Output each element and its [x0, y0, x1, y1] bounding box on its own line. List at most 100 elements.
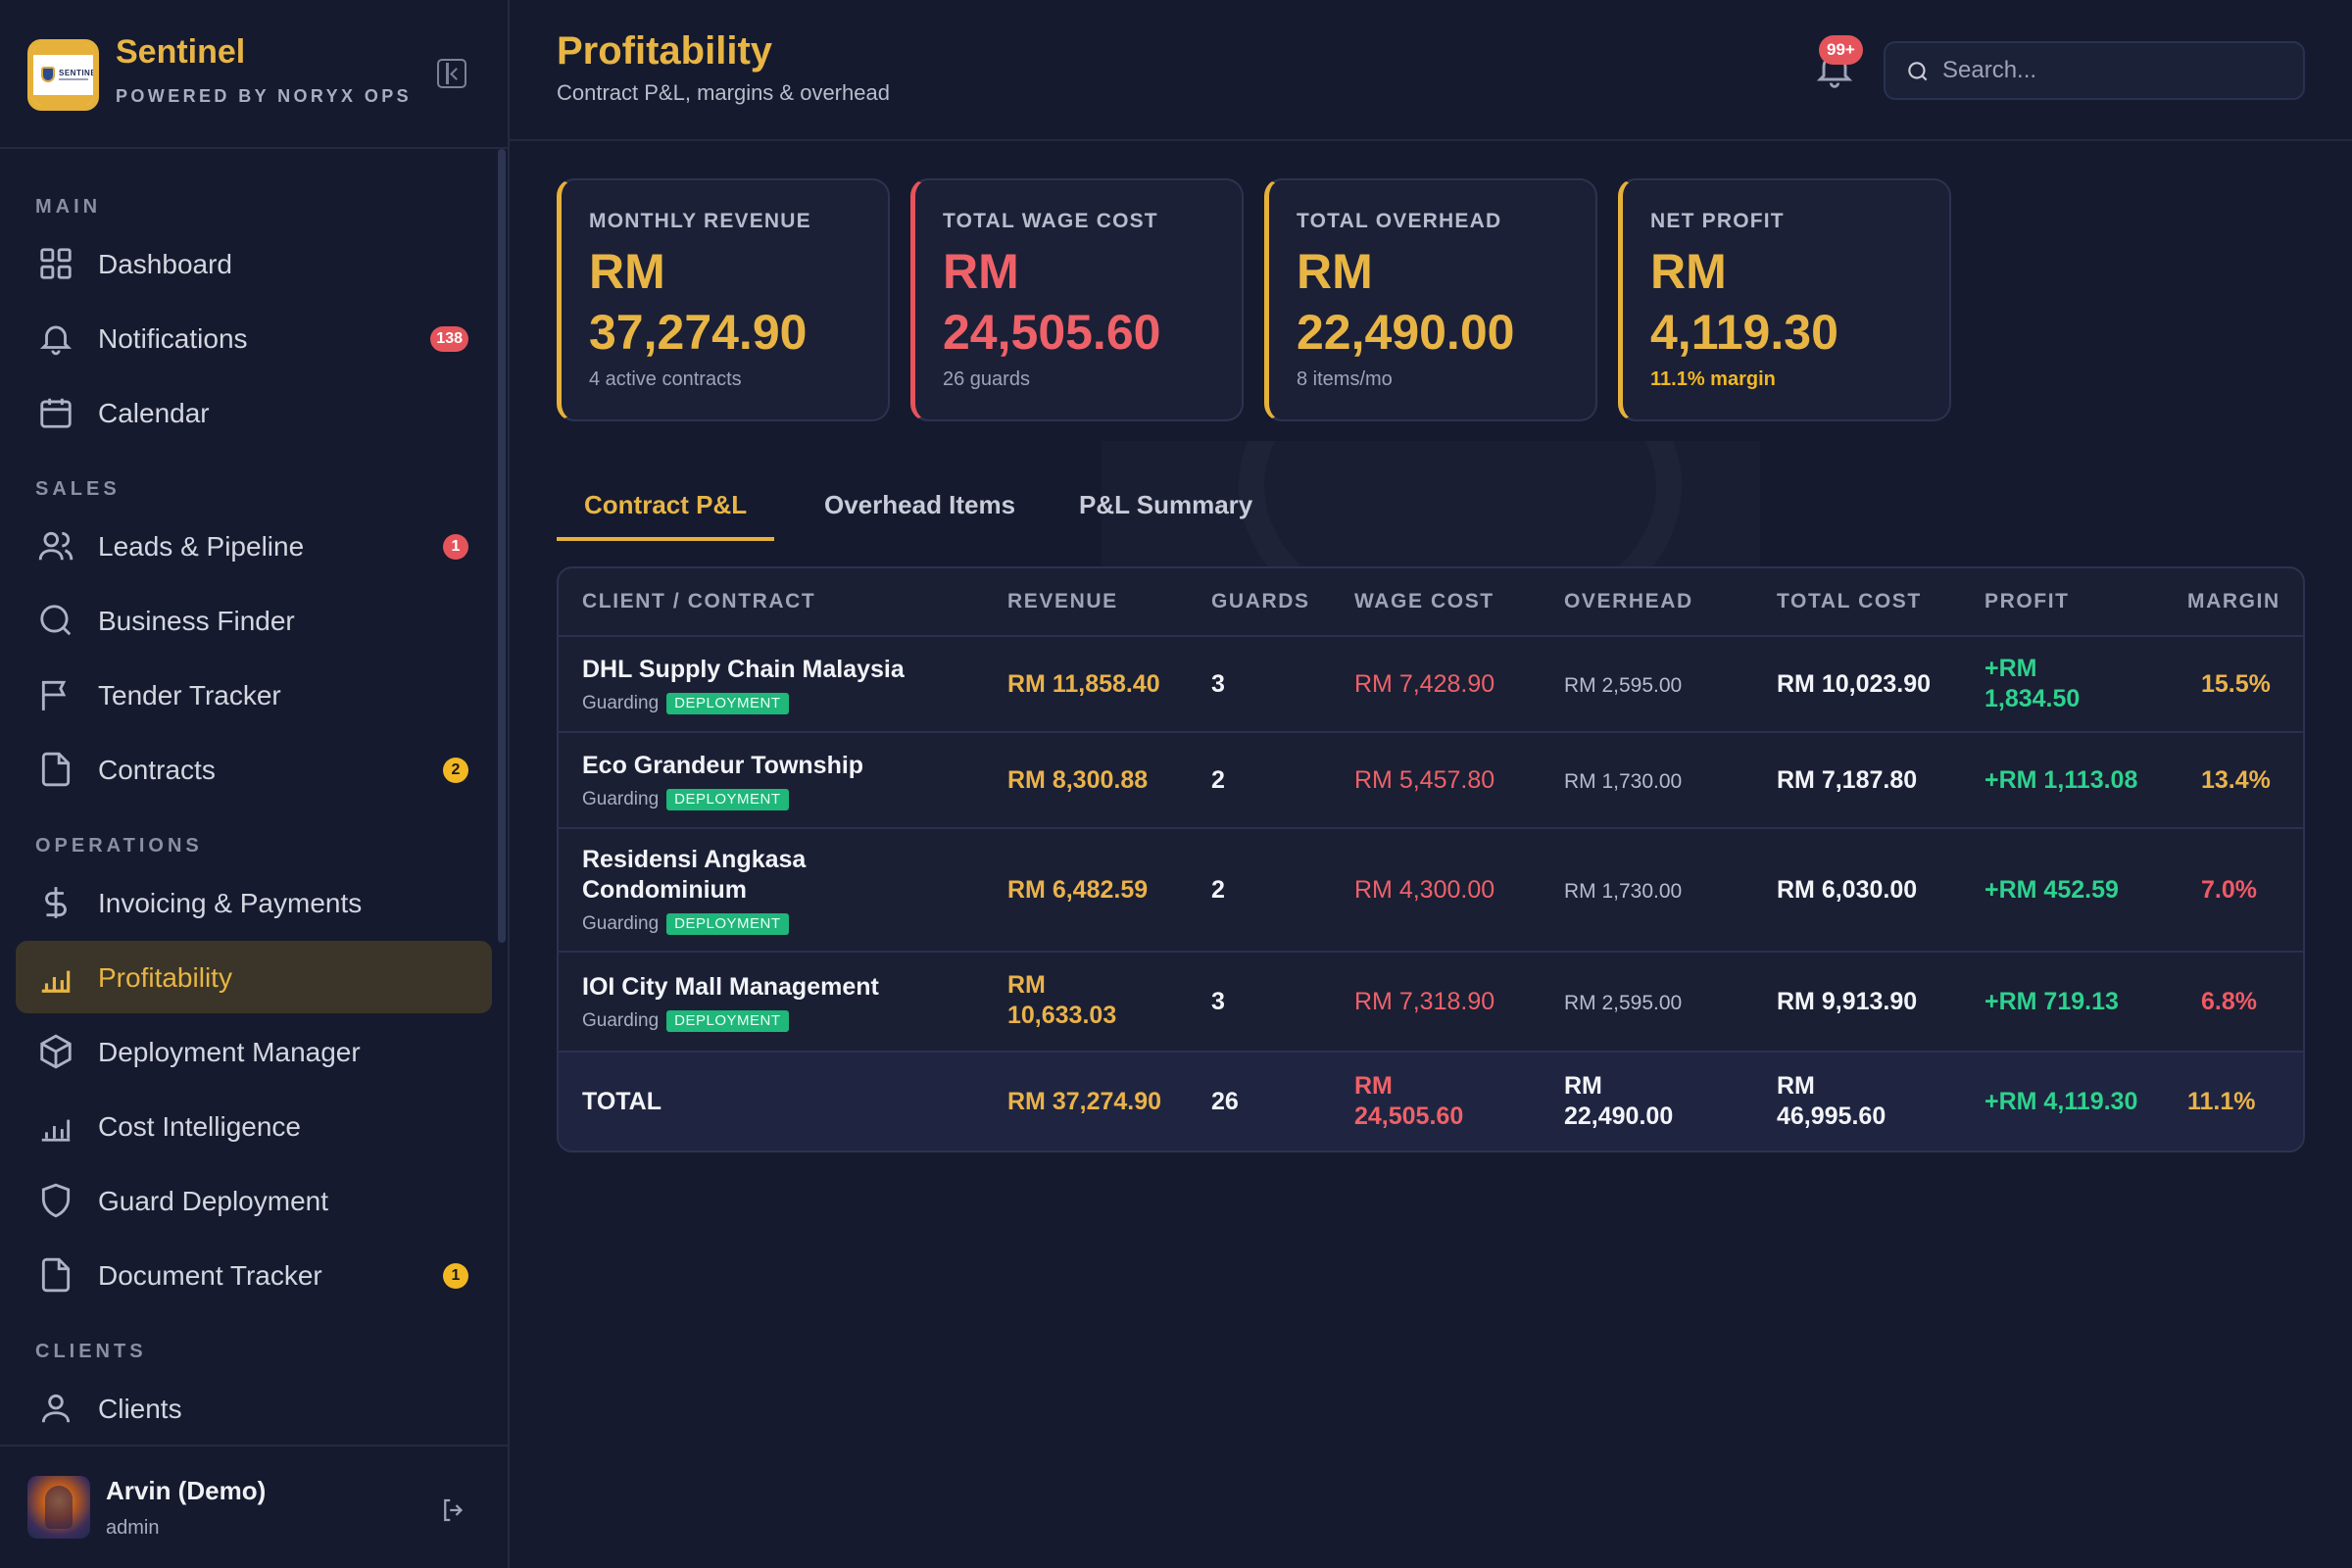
table-total-row: TOTAL RM 37,274.90 26 RM 24,505.60 RM 22,4…: [559, 1053, 2303, 1151]
sidebar-item-label: Contracts: [98, 755, 216, 785]
contract-type: Guarding DEPLOYMENT: [582, 908, 789, 939]
revenue-cell: RM 10,633.03: [1007, 971, 1117, 1029]
sidebar-item-dashboard[interactable]: Dashboard: [16, 227, 492, 300]
profit-cell: +RM 452.59: [1984, 876, 2119, 904]
overhead-cell: RM 2,595.00: [1564, 674, 1683, 697]
sidebar-nav: MAIN Dashboard Notifications 138 Calenda…: [0, 149, 508, 1445]
notification-count-badge: 99+: [1819, 35, 1863, 65]
contract-name[interactable]: IOI City Mall Management: [582, 972, 994, 1003]
column-header[interactable]: MARGIN: [2187, 590, 2280, 613]
deployment-badge: DEPLOYMENT: [666, 913, 789, 935]
table-row[interactable]: IOI City Mall Management Guarding DEPLOYM…: [559, 953, 2303, 1053]
kpi-value: RM 24,505.60: [943, 244, 1161, 360]
contract-name[interactable]: Eco Grandeur Township: [582, 751, 994, 781]
contract-name[interactable]: DHL Supply Chain Malaysia: [582, 655, 994, 685]
tab-overhead-items[interactable]: Overhead Items: [797, 470, 1043, 541]
sidebar-item-invoicing[interactable]: Invoicing & Payments: [16, 866, 492, 939]
column-header[interactable]: CLIENT / CONTRACT: [582, 590, 815, 613]
kpi-value: RM 37,274.90: [589, 244, 808, 360]
contracts-badge: 2: [443, 758, 468, 783]
bell-icon: [39, 325, 73, 356]
logout-icon[interactable]: [439, 1495, 468, 1525]
sidebar-item-label: Calendar: [98, 398, 210, 428]
main-content: Profitability Contract P&L, margins & ov…: [510, 0, 2352, 1568]
column-header[interactable]: OVERHEAD: [1564, 590, 1693, 613]
sidebar-item-label: Leads & Pipeline: [98, 531, 305, 562]
kpi-value: RM 4,119.30: [1650, 244, 1838, 360]
sidebar-item-document-tracker[interactable]: Document Tracker 1: [16, 1239, 492, 1311]
shield-icon: [41, 1183, 71, 1218]
column-header[interactable]: PROFIT: [1984, 590, 2070, 613]
kpi-value: RM 22,490.00: [1297, 244, 1515, 360]
dollar-icon: [45, 887, 67, 918]
revenue-cell: RM 11,858.40: [1007, 670, 1160, 698]
kpi-net-profit: NET PROFIT RM 4,119.30 11.1% margin: [1618, 178, 1951, 421]
contract-name[interactable]: Residensi Angkasa Condominium: [582, 845, 994, 906]
sidebar-item-label: Dashboard: [98, 249, 232, 279]
sidebar-item-tender-tracker[interactable]: Tender Tracker: [16, 659, 492, 731]
kpi-note: 4 active contracts: [589, 368, 742, 390]
margin-cell: 6.8%: [2201, 988, 2257, 1015]
sidebar-item-notifications[interactable]: Notifications 138: [16, 302, 492, 374]
wage-cost-cell: RM 5,457.80: [1354, 766, 1495, 794]
sidebar-collapse-icon[interactable]: [437, 59, 466, 88]
sidebar-item-label: Guard Deployment: [98, 1186, 329, 1216]
sidebar: SENTINEL Sentinel POWERED BY NORYX OPS M…: [0, 0, 510, 1568]
shield-emblem-icon: [41, 67, 55, 82]
sidebar-item-business-finder[interactable]: Business Finder: [16, 584, 492, 657]
tab-contract-pl[interactable]: Contract P&L: [557, 470, 775, 541]
overhead-cell: RM 1,730.00: [1564, 880, 1683, 903]
sidebar-item-cost-intelligence[interactable]: Cost Intelligence: [16, 1090, 492, 1162]
sidebar-item-contracts[interactable]: Contracts 2: [16, 733, 492, 806]
section-sales: SALES: [35, 478, 121, 500]
total-total-cost: RM 46,995.60: [1777, 1072, 1886, 1130]
user-role: admin: [106, 1517, 160, 1539]
users-icon: [38, 531, 74, 561]
sentinel-logo[interactable]: SENTINEL: [27, 39, 99, 111]
page-header: Profitability Contract P&L, margins & ov…: [510, 0, 2352, 141]
total-cost-cell: RM 9,913.90: [1777, 988, 1918, 1015]
column-header[interactable]: TOTAL COST: [1777, 590, 1922, 613]
table-row[interactable]: Eco Grandeur Township Guarding DEPLOYMENT…: [559, 733, 2303, 829]
revenue-cell: RM 6,482.59: [1007, 876, 1149, 904]
table-row[interactable]: Residensi Angkasa Condominium Guarding DEP…: [559, 829, 2303, 953]
column-header[interactable]: WAGE COST: [1354, 590, 1494, 613]
search-box: [1884, 41, 2305, 100]
logo-wordmark: SENTINEL: [59, 69, 99, 77]
sidebar-item-clients[interactable]: Clients: [16, 1372, 492, 1445]
flag-icon: [41, 680, 67, 710]
calendar-icon: [40, 398, 72, 428]
sidebar-item-label: Document Tracker: [98, 1260, 322, 1291]
sidebar-item-guard-deployment[interactable]: Guard Deployment: [16, 1164, 492, 1237]
section-clients: CLIENTS: [35, 1341, 147, 1362]
sidebar-item-calendar[interactable]: Calendar: [16, 376, 492, 449]
kpi-monthly-revenue: MONTHLY REVENUE RM 37,274.90 4 active con…: [557, 178, 890, 421]
wage-cost-cell: RM 4,300.00: [1354, 876, 1495, 904]
margin-cell: 7.0%: [2201, 876, 2257, 904]
search-input[interactable]: [1942, 51, 2285, 90]
column-header[interactable]: REVENUE: [1007, 590, 1118, 613]
total-cost-cell: RM 7,187.80: [1777, 766, 1918, 794]
kpi-label: MONTHLY REVENUE: [589, 210, 811, 232]
sidebar-item-deployment-manager[interactable]: Deployment Manager: [16, 1015, 492, 1088]
sidebar-scrollbar[interactable]: [498, 149, 506, 943]
kpi-note: 8 items/mo: [1297, 368, 1393, 390]
leads-badge: 1: [443, 534, 468, 560]
table-row[interactable]: DHL Supply Chain Malaysia Guarding DEPLOY…: [559, 637, 2303, 733]
total-margin: 11.1%: [2187, 1088, 2256, 1115]
sidebar-item-leads[interactable]: Leads & Pipeline 1: [16, 510, 492, 582]
contract-type: Guarding DEPLOYMENT: [582, 784, 789, 814]
tab-pl-summary[interactable]: P&L Summary: [1052, 470, 1280, 541]
contract-pl-table: CLIENT / CONTRACT REVENUE GUARDS WAGE CO…: [557, 566, 2305, 1152]
kpi-note: 26 guards: [943, 368, 1030, 390]
wage-cost-cell: RM 7,428.90: [1354, 670, 1495, 698]
kpi-label: TOTAL WAGE COST: [943, 210, 1158, 232]
column-header[interactable]: GUARDS: [1211, 590, 1310, 613]
total-cost-cell: RM 10,023.90: [1777, 670, 1932, 698]
brand-header: SENTINEL Sentinel POWERED BY NORYX OPS: [0, 0, 508, 149]
page-title: Profitability: [557, 29, 773, 73]
avatar[interactable]: [27, 1476, 90, 1539]
sidebar-item-profitability[interactable]: Profitability: [16, 941, 492, 1013]
user-panel: Arvin (Demo) admin: [0, 1445, 508, 1568]
sidebar-item-label: Invoicing & Payments: [98, 888, 363, 918]
